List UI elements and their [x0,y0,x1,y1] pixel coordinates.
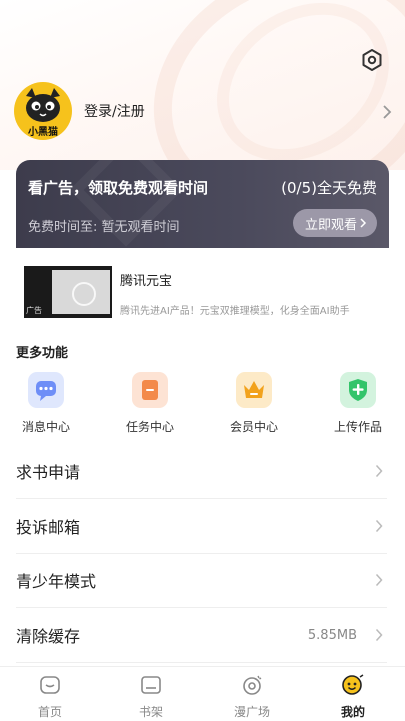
chevron-right-icon [375,573,383,587]
settings-button[interactable] [360,48,384,72]
promo-thumbnail: 广告 [24,266,112,318]
tab-home[interactable]: 首页 [10,673,90,720]
feature-vip-center[interactable]: 会员中心 [214,372,294,435]
menu-item-label: 投诉邮箱 [16,518,81,537]
feature-label: 会员中心 [229,420,278,434]
banner-subtitle: 免费时间至: 暂无观看时间 [28,220,180,235]
promo-description: 腾讯先进AI产品！元宝双推理模型，化身全面AI助手 [120,306,350,317]
tab-label: 书架 [138,705,163,719]
menu-item-label: 青少年模式 [16,572,97,591]
bottom-tab-bar: 首页 书架 漫广场 我的 [0,666,405,721]
ad-tag: 广告 [26,306,42,315]
menu-item-youth-mode[interactable]: 青少年模式 [16,553,387,608]
tab-label: 我的 [340,705,365,719]
home-icon [40,676,60,694]
chevron-right-icon [360,218,367,228]
feature-label: 任务中心 [125,420,174,434]
tab-bookshelf[interactable]: 书架 [111,673,191,720]
watch-now-button[interactable]: 立即观看 [292,209,377,237]
tab-label: 首页 [37,705,62,719]
menu-item-label: 求书申请 [16,463,81,482]
plaza-icon [243,675,262,695]
login-register-link[interactable]: 登录/注册 [84,101,145,121]
mine-icon [342,674,364,695]
feature-label: 消息中心 [21,420,70,434]
feature-message-center[interactable]: 消息中心 [6,372,86,435]
promo-title: 腾讯元宝 [120,274,173,289]
tab-label: 漫广场 [233,705,270,719]
section-title: 更多功能 [16,346,69,361]
crown-icon [236,372,272,408]
avatar[interactable]: 小黑猫 [14,82,72,140]
chevron-right-icon [375,519,383,533]
watch-now-label: 立即观看 [304,217,357,233]
tab-mine[interactable]: 我的 [313,673,393,720]
upload-icon [340,372,376,408]
menu-item-clear-cache[interactable]: 清除缓存 5.85MB [16,608,387,663]
message-icon [28,372,64,408]
play-circle-icon [72,282,96,306]
banner-count: (0/5)全天免费 [281,179,377,197]
promo-ad[interactable]: 广告 腾讯元宝 腾讯先进AI产品！元宝双推理模型，化身全面AI助手 [24,266,384,318]
chevron-right-icon [375,628,383,642]
menu-item-complaint-email[interactable]: 投诉邮箱 [16,499,387,554]
ad-reward-banner: 看广告，领取免费观看时间 (0/5)全天免费 免费时间至: 暂无观看时间 立即观… [16,160,389,248]
chevron-right-icon [375,464,383,478]
menu-item-book-request[interactable]: 求书申请 [16,444,387,499]
feature-upload-work[interactable]: 上传作品 [318,372,398,435]
cache-size: 5.85MB [307,627,357,643]
feature-task-center[interactable]: 任务中心 [110,372,190,435]
avatar-caption: 小黑猫 [28,127,58,138]
task-icon [132,372,168,408]
bookshelf-icon [141,676,161,694]
feature-label: 上传作品 [333,420,382,434]
gear-icon [362,49,382,71]
menu-item-label: 清除缓存 [16,627,81,646]
profile-row[interactable]: 小黑猫 登录/注册 [14,82,392,140]
chevron-right-icon [383,105,392,119]
tab-plaza[interactable]: 漫广场 [212,673,292,720]
banner-title: 看广告，领取免费观看时间 [28,179,209,197]
